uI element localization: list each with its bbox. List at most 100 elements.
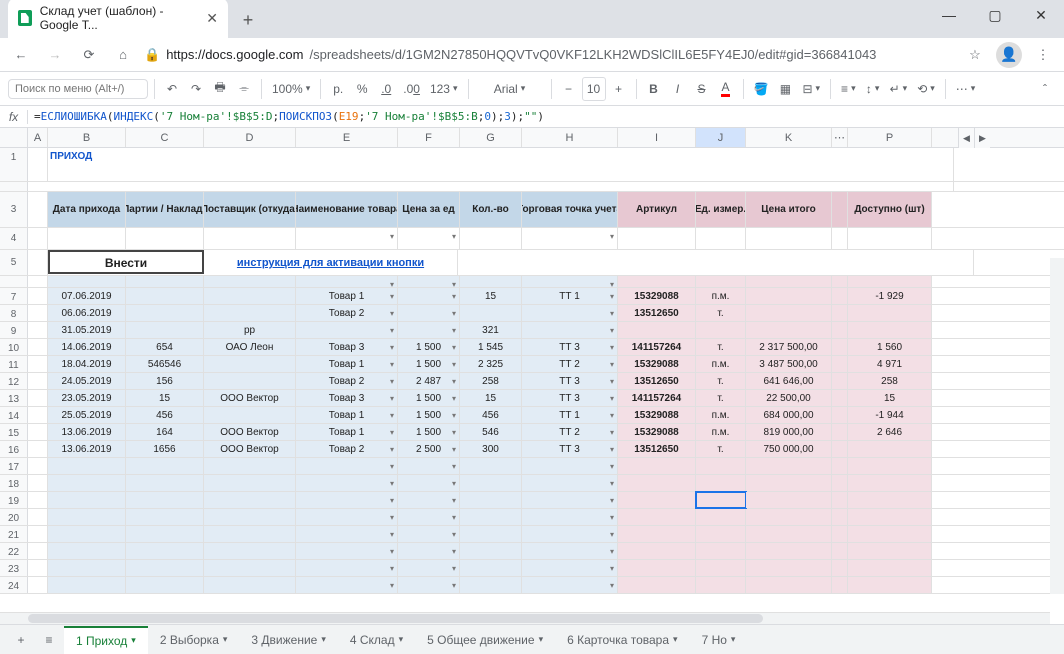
- cell[interactable]: 164: [126, 424, 204, 440]
- toolbar-more-icon[interactable]: ⋯: [952, 77, 980, 101]
- cell[interactable]: [746, 276, 832, 287]
- cell[interactable]: [832, 509, 848, 525]
- sheet-tab[interactable]: 3 Движение ▾: [239, 626, 337, 654]
- currency-button[interactable]: р.: [327, 77, 349, 101]
- chevron-down-icon[interactable]: ▾: [539, 634, 544, 645]
- cell[interactable]: 24.05.2019: [48, 373, 126, 389]
- strike-icon[interactable]: S: [691, 77, 713, 101]
- row-header[interactable]: [0, 182, 28, 191]
- cell[interactable]: [522, 560, 618, 576]
- cell[interactable]: [126, 322, 204, 338]
- selected-cell[interactable]: [696, 577, 746, 593]
- cell[interactable]: п.м.: [696, 424, 746, 440]
- cell[interactable]: [28, 526, 48, 542]
- cell[interactable]: [48, 577, 126, 593]
- cell[interactable]: [460, 458, 522, 474]
- cell[interactable]: [28, 322, 48, 338]
- cell[interactable]: [832, 228, 848, 249]
- row-header[interactable]: 7: [0, 288, 28, 304]
- toolbar-collapse-icon[interactable]: ˆ: [1034, 77, 1056, 101]
- cell[interactable]: [296, 458, 398, 474]
- chevron-down-icon[interactable]: ▾: [223, 634, 228, 645]
- cell[interactable]: [398, 577, 460, 593]
- cell[interactable]: 15329088: [618, 407, 696, 423]
- row-header[interactable]: 22: [0, 543, 28, 559]
- cell[interactable]: [848, 492, 932, 508]
- cell[interactable]: 25.05.2019: [48, 407, 126, 423]
- cell[interactable]: Товар 2: [296, 305, 398, 321]
- cell[interactable]: [832, 373, 848, 389]
- window-close-icon[interactable]: ✕: [1018, 0, 1064, 30]
- row-header[interactable]: 12: [0, 373, 28, 389]
- cell[interactable]: [48, 543, 126, 559]
- cell[interactable]: [204, 458, 296, 474]
- cell[interactable]: [618, 543, 696, 559]
- cell[interactable]: [204, 577, 296, 593]
- cell[interactable]: 2 325: [460, 356, 522, 372]
- cell[interactable]: 23.05.2019: [48, 390, 126, 406]
- cell[interactable]: [832, 339, 848, 355]
- cell[interactable]: Товар 1: [296, 288, 398, 304]
- cell[interactable]: 06.06.2019: [48, 305, 126, 321]
- input-cell[interactable]: [126, 228, 204, 249]
- window-minimize-icon[interactable]: —: [926, 0, 972, 30]
- row-header[interactable]: 11: [0, 356, 28, 372]
- nav-home-icon[interactable]: ⌂: [110, 42, 136, 68]
- input-cell[interactable]: [204, 228, 296, 249]
- cell[interactable]: 258: [460, 373, 522, 389]
- col-header[interactable]: A: [28, 128, 48, 147]
- col-header[interactable]: K: [746, 128, 832, 147]
- decrease-decimal-icon[interactable]: .0: [375, 77, 397, 101]
- cell[interactable]: [28, 407, 48, 423]
- cell[interactable]: 13.06.2019: [48, 441, 126, 457]
- font-size-input[interactable]: 10: [582, 77, 606, 101]
- cell[interactable]: [848, 577, 932, 593]
- sheet-tab[interactable]: 5 Общее движение ▾: [415, 626, 555, 654]
- cell[interactable]: [296, 322, 398, 338]
- column-headers[interactable]: A B C D E F G H I J K ◀▶ ⋯ P: [0, 128, 1064, 148]
- col-header[interactable]: G: [460, 128, 522, 147]
- cell[interactable]: 1656: [126, 441, 204, 457]
- cell[interactable]: 13512650: [618, 441, 696, 457]
- valign-icon[interactable]: ↕: [862, 77, 884, 101]
- cell[interactable]: [832, 390, 848, 406]
- cell[interactable]: [746, 475, 832, 491]
- cell[interactable]: [848, 305, 932, 321]
- cell[interactable]: [398, 492, 460, 508]
- row-header[interactable]: 20: [0, 509, 28, 525]
- cell[interactable]: Товар 2: [296, 373, 398, 389]
- col-header[interactable]: D: [204, 128, 296, 147]
- cell[interactable]: 15: [460, 288, 522, 304]
- cell[interactable]: т.: [696, 373, 746, 389]
- cell[interactable]: [696, 322, 746, 338]
- cell[interactable]: 1 545: [460, 339, 522, 355]
- cell[interactable]: 1 500: [398, 390, 460, 406]
- cell[interactable]: [832, 475, 848, 491]
- cell[interactable]: [832, 560, 848, 576]
- cell[interactable]: [460, 526, 522, 542]
- row-header[interactable]: 18: [0, 475, 28, 491]
- cell[interactable]: [618, 492, 696, 508]
- cell[interactable]: [48, 560, 126, 576]
- cell[interactable]: 13.06.2019: [48, 424, 126, 440]
- chevron-down-icon[interactable]: ▾: [731, 634, 736, 645]
- cell[interactable]: 1 560: [848, 339, 932, 355]
- paint-format-icon[interactable]: ⌯: [233, 77, 255, 101]
- cell[interactable]: [832, 492, 848, 508]
- cell[interactable]: 2 317 500,00: [746, 339, 832, 355]
- scroll-left-icon[interactable]: ◀: [958, 128, 974, 148]
- cell[interactable]: ООО Вектор: [204, 390, 296, 406]
- chevron-down-icon[interactable]: ▾: [673, 634, 678, 645]
- cell[interactable]: [848, 543, 932, 559]
- window-maximize-icon[interactable]: ▢: [972, 0, 1018, 30]
- selected-cell[interactable]: [696, 492, 746, 508]
- cell[interactable]: [48, 276, 126, 287]
- scroll-right-icon[interactable]: ▶: [974, 128, 990, 148]
- redo-icon[interactable]: ↷: [185, 77, 207, 101]
- cell[interactable]: ТТ 3: [522, 339, 618, 355]
- cell[interactable]: 15329088: [618, 424, 696, 440]
- cell[interactable]: [204, 407, 296, 423]
- browser-menu-icon[interactable]: ⋮: [1030, 47, 1056, 63]
- row-header[interactable]: 15: [0, 424, 28, 440]
- tab-close-icon[interactable]: ✕: [206, 10, 218, 27]
